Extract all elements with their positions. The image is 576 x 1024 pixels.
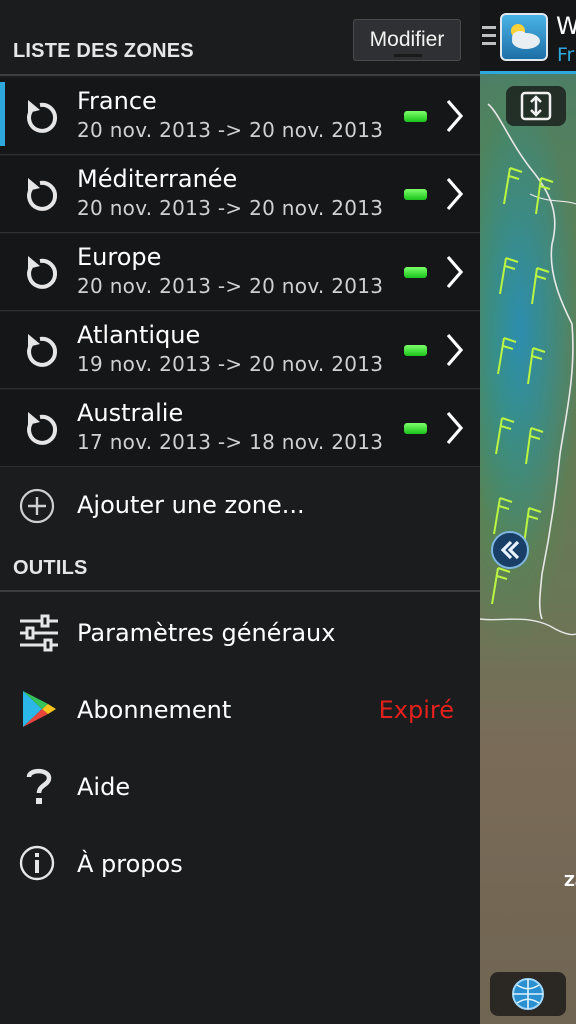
- sliders-icon: [20, 614, 58, 652]
- menu-item-about[interactable]: À propos: [0, 825, 480, 901]
- zone-dates: 20 nov. 2013 -> 20 nov. 2013: [77, 196, 384, 220]
- status-ok-icon: [404, 267, 427, 278]
- add-zone-button[interactable]: Ajouter une zone...: [0, 466, 480, 542]
- refresh-icon[interactable]: [20, 330, 60, 370]
- map-place-label: Za: [564, 872, 576, 890]
- zone-row-france[interactable]: France 20 nov. 2013 -> 20 nov. 2013: [0, 78, 480, 155]
- menu-item-label: Paramètres généraux: [77, 619, 336, 647]
- menu-item-subscription[interactable]: Abonnement Expiré: [0, 671, 480, 747]
- menu-item-help[interactable]: Aide: [0, 748, 480, 824]
- zone-name: Atlantique: [77, 321, 201, 349]
- resize-button[interactable]: [506, 86, 566, 126]
- wind-barbs-overlay: [480, 103, 576, 636]
- chevron-right-icon[interactable]: [444, 176, 466, 212]
- app-logo-icon[interactable]: [500, 13, 548, 61]
- chevron-right-icon[interactable]: [444, 410, 466, 446]
- edit-button-label: Modifier: [369, 28, 445, 51]
- status-ok-icon: [404, 189, 427, 200]
- zone-row-atlantique[interactable]: Atlantique 19 nov. 2013 -> 20 nov. 2013: [0, 312, 480, 389]
- chevron-right-icon[interactable]: [444, 98, 466, 134]
- collapse-panel-button[interactable]: [491, 531, 529, 569]
- menu-item-settings[interactable]: Paramètres généraux: [0, 594, 480, 670]
- edit-button[interactable]: Modifier: [353, 19, 461, 61]
- menu-item-label: Aide: [77, 773, 131, 801]
- question-icon: [26, 768, 52, 804]
- status-ok-icon: [404, 111, 427, 122]
- zone-dates: 19 nov. 2013 -> 20 nov. 2013: [77, 352, 384, 376]
- expand-vertical-icon: [520, 91, 552, 121]
- globe-icon: [512, 978, 544, 1010]
- info-icon: [19, 845, 55, 881]
- add-circle-icon: [19, 488, 55, 524]
- app-subtitle: Fr: [557, 44, 575, 66]
- zone-row-australie[interactable]: Australie 17 nov. 2013 -> 18 nov. 2013: [0, 390, 480, 467]
- zone-row-mediterranee[interactable]: Méditerranée 20 nov. 2013 -> 20 nov. 201…: [0, 156, 480, 233]
- zone-dates: 17 nov. 2013 -> 18 nov. 2013: [77, 430, 384, 454]
- app-title: W: [556, 12, 576, 40]
- zones-section-title: LISTE DES ZONES: [13, 40, 194, 62]
- section-divider: [0, 74, 480, 76]
- play-store-icon: [23, 691, 56, 727]
- zone-name: Méditerranée: [77, 165, 238, 193]
- zone-dates: 20 nov. 2013 -> 20 nov. 2013: [77, 274, 384, 298]
- navigation-drawer: LISTE DES ZONES Modifier France 20 nov. …: [0, 0, 480, 1024]
- section-divider: [0, 590, 480, 592]
- chevron-right-icon[interactable]: [444, 332, 466, 368]
- add-zone-label: Ajouter une zone...: [77, 491, 305, 519]
- menu-item-label: Abonnement: [77, 696, 232, 724]
- refresh-icon[interactable]: [20, 96, 60, 136]
- refresh-icon[interactable]: [20, 252, 60, 292]
- status-ok-icon: [404, 345, 427, 356]
- refresh-icon[interactable]: [20, 408, 60, 448]
- zone-name: Europe: [77, 243, 162, 271]
- zone-name: Australie: [77, 399, 184, 427]
- zone-row-europe[interactable]: Europe 20 nov. 2013 -> 20 nov. 2013: [0, 234, 480, 311]
- globe-button[interactable]: [490, 972, 566, 1016]
- status-ok-icon: [404, 423, 427, 434]
- chevron-right-icon[interactable]: [444, 254, 466, 290]
- double-chevron-left-icon: [500, 540, 520, 560]
- refresh-icon[interactable]: [20, 174, 60, 214]
- menu-item-label: À propos: [77, 850, 183, 878]
- selected-indicator: [0, 82, 5, 146]
- hamburger-icon[interactable]: [482, 26, 496, 50]
- tools-section-title: OUTILS: [13, 557, 88, 579]
- subscription-status-badge: Expiré: [378, 696, 454, 724]
- zone-dates: 20 nov. 2013 -> 20 nov. 2013: [77, 118, 384, 142]
- edit-button-indicator: [394, 54, 422, 57]
- zone-name: France: [77, 87, 157, 115]
- action-bar-underline: [480, 71, 576, 74]
